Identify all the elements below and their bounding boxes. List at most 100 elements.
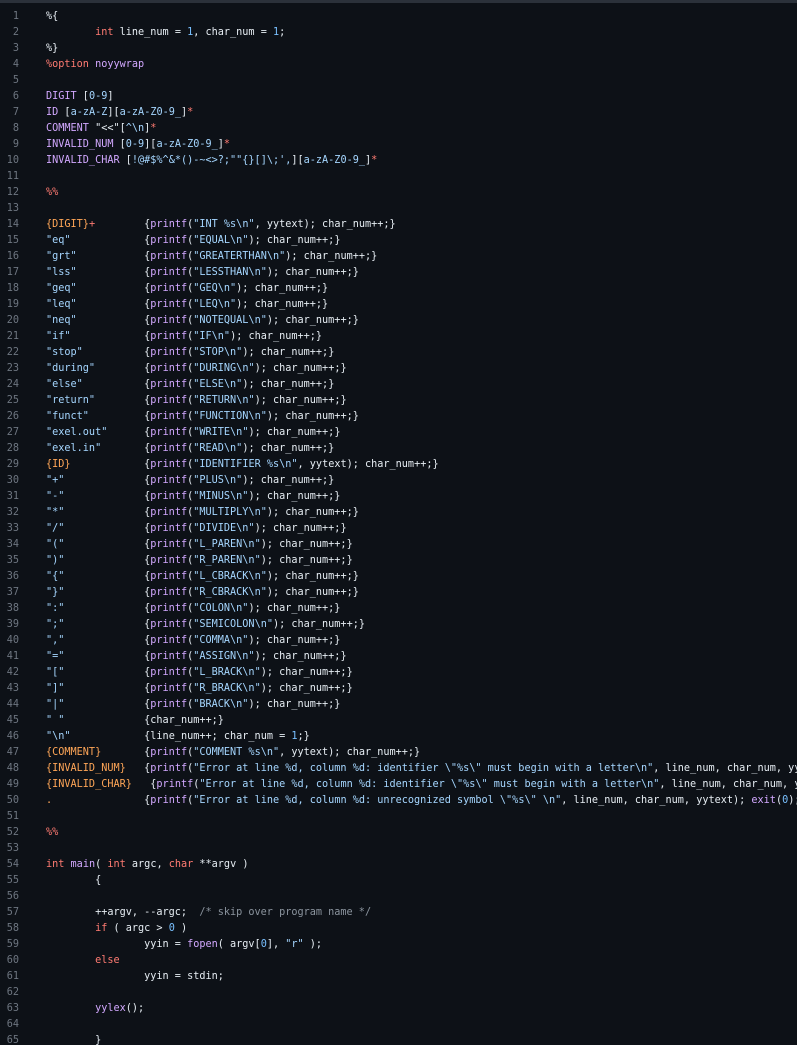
code-line[interactable]: 15 "eq" {printf("EQUAL\n"); char_num++;} (0, 233, 797, 249)
code-text[interactable]: "if" {printf("IF\n"); char_num++;} (46, 329, 322, 345)
code-text[interactable]: %} (46, 41, 58, 57)
code-line[interactable]: 8 COMMENT "<<"[^\n]* (0, 121, 797, 137)
code-line[interactable]: 25 "return" {printf("RETURN\n"); char_num… (0, 393, 797, 409)
code-text[interactable]: yyin = stdin; (46, 969, 224, 985)
code-line[interactable]: 59 yyin = fopen( argv[0], "r" ); (0, 937, 797, 953)
code-line[interactable]: 48 {INVALID_NUM} {printf("Error at line %… (0, 761, 797, 777)
code-text[interactable]: DIGIT [0-9] (46, 89, 114, 105)
code-line[interactable]: 21 "if" {printf("IF\n"); char_num++;} (0, 329, 797, 345)
code-text[interactable]: "|" {printf("BRACK\n"); char_num++;} (46, 697, 340, 713)
code-text[interactable]: "return" {printf("RETURN\n"); char_num++… (46, 393, 347, 409)
code-line[interactable]: 56 (0, 889, 797, 905)
code-text[interactable]: "exel.in" {printf("READ\n"); char_num++;… (46, 441, 334, 457)
code-line[interactable]: 36 "{" {printf("L_CBRACK\n"); char_num++;… (0, 569, 797, 585)
code-line[interactable]: 51 (0, 809, 797, 825)
code-text[interactable]: "-" {printf("MINUS\n"); char_num++;} (46, 489, 340, 505)
code-line[interactable]: 41 "=" {printf("ASSIGN\n"); char_num++;} (0, 649, 797, 665)
code-text[interactable]: } (46, 1033, 101, 1045)
code-text[interactable]: "," {printf("COMMA\n"); char_num++;} (46, 633, 340, 649)
code-line[interactable]: 33 "/" {printf("DIVIDE\n"); char_num++;} (0, 521, 797, 537)
code-text[interactable]: "eq" {printf("EQUAL\n"); char_num++;} (46, 233, 340, 249)
code-line[interactable]: 12%% (0, 185, 797, 201)
code-text[interactable]: "*" {printf("MULTIPLY\n"); char_num++;} (46, 505, 359, 521)
code-text[interactable]: yylex(); (46, 1001, 144, 1017)
code-line[interactable]: 37 "}" {printf("R_CBRACK\n"); char_num++;… (0, 585, 797, 601)
code-line[interactable]: 3%} (0, 41, 797, 57)
code-line[interactable]: 57 ++argv, --argc; /* skip over program … (0, 905, 797, 921)
code-line[interactable]: 30 "+" {printf("PLUS\n"); char_num++;} (0, 473, 797, 489)
code-text[interactable]: " " {char_num++;} (46, 713, 224, 729)
code-text[interactable]: "lss" {printf("LESSTHAN\n"); char_num++;… (46, 265, 359, 281)
code-line[interactable]: 24 "else" {printf("ELSE\n"); char_num++;} (0, 377, 797, 393)
code-line[interactable]: 58 if ( argc > 0 ) (0, 921, 797, 937)
code-text[interactable]: {INVALID_NUM} {printf("Error at line %d,… (46, 761, 797, 777)
code-text[interactable]: if ( argc > 0 ) (46, 921, 187, 937)
code-text[interactable]: ")" {printf("R_PAREN\n"); char_num++;} (46, 553, 353, 569)
code-text[interactable]: COMMENT "<<"[^\n]* (46, 121, 156, 137)
code-line[interactable]: 52%% (0, 825, 797, 841)
code-editor[interactable]: 1 %{2 int line_num = 1, char_num = 1; 3%} 4… (0, 0, 797, 1045)
code-line[interactable]: 32 "*" {printf("MULTIPLY\n"); char_num++;… (0, 505, 797, 521)
code-text[interactable]: "funct" {printf("FUNCTION\n"); char_num+… (46, 409, 359, 425)
code-text[interactable]: ";" {printf("SEMICOLON\n"); char_num++;} (46, 617, 365, 633)
code-line[interactable]: 19 "leq" {printf("LEQ\n"); char_num++;} (0, 297, 797, 313)
code-text[interactable]: "exel.out" {printf("WRITE\n"); char_num+… (46, 425, 340, 441)
code-line[interactable]: 47 {COMMENT} {printf("COMMENT %s\n", yyte… (0, 745, 797, 761)
code-text[interactable]: "during" {printf("DURING\n"); char_num++… (46, 361, 347, 377)
code-line[interactable]: 31 "-" {printf("MINUS\n"); char_num++;} (0, 489, 797, 505)
code-text[interactable]: "=" {printf("ASSIGN\n"); char_num++;} (46, 649, 347, 665)
code-text[interactable]: "+" {printf("PLUS\n"); char_num++;} (46, 473, 334, 489)
code-text[interactable]: "/" {printf("DIVIDE\n"); char_num++;} (46, 521, 347, 537)
code-line[interactable]: 49 {INVALID_CHAR} {printf("Error at line … (0, 777, 797, 793)
code-text[interactable]: "grt" {printf("GREATERTHAN\n"); char_num… (46, 249, 377, 265)
code-text[interactable]: "geq" {printf("GEQ\n"); char_num++;} (46, 281, 328, 297)
code-line[interactable]: 50 . {printf("Error at line %d, column %d… (0, 793, 797, 809)
code-line[interactable]: 61 yyin = stdin; (0, 969, 797, 985)
code-line[interactable]: 14 {DIGIT}+ {printf("INT %s\n", yytext); … (0, 217, 797, 233)
code-line[interactable]: 23 "during" {printf("DURING\n"); char_num… (0, 361, 797, 377)
code-line[interactable]: 1 %{ (0, 9, 797, 25)
code-line[interactable]: 64 (0, 1017, 797, 1033)
code-text[interactable]: ++argv, --argc; /* skip over program nam… (46, 905, 371, 921)
code-line[interactable]: 43 "]" {printf("R_BRACK\n"); char_num++;} (0, 681, 797, 697)
code-text[interactable]: . {printf("Error at line %d, column %d: … (46, 793, 797, 809)
code-line[interactable]: 55 { (0, 873, 797, 889)
code-line[interactable]: 26 "funct" {printf("FUNCTION\n"); char_nu… (0, 409, 797, 425)
code-text[interactable]: "[" {printf("L_BRACK\n"); char_num++;} (46, 665, 353, 681)
code-text[interactable]: ":" {printf("COLON\n"); char_num++;} (46, 601, 340, 617)
code-line[interactable]: 54 int main( int argc, char **argv ) (0, 857, 797, 873)
code-text[interactable]: { (46, 873, 101, 889)
code-text[interactable]: "(" {printf("L_PAREN\n"); char_num++;} (46, 537, 353, 553)
code-line[interactable]: 22 "stop" {printf("STOP\n"); char_num++;} (0, 345, 797, 361)
code-text[interactable]: "neq" {printf("NOTEQUAL\n"); char_num++;… (46, 313, 359, 329)
code-line[interactable]: 60 else (0, 953, 797, 969)
code-line[interactable]: 45 " " {char_num++;} (0, 713, 797, 729)
code-text[interactable]: %{ (46, 9, 58, 25)
code-text[interactable]: "{" {printf("L_CBRACK\n"); char_num++;} (46, 569, 359, 585)
code-line[interactable]: 9 INVALID_NUM [0-9][a-zA-Z0-9_]* (0, 137, 797, 153)
code-line[interactable]: 42 "[" {printf("L_BRACK\n"); char_num++;} (0, 665, 797, 681)
code-line[interactable]: 10 INVALID_CHAR [!@#$%^&*()-~<>?;""{}[]\;… (0, 153, 797, 169)
code-text[interactable]: %% (46, 185, 58, 201)
code-text[interactable]: int main( int argc, char **argv ) (46, 857, 248, 873)
code-text[interactable]: "stop" {printf("STOP\n"); char_num++;} (46, 345, 334, 361)
code-line[interactable]: 46 "\n" {line_num++; char_num = 1;} (0, 729, 797, 745)
code-line[interactable]: 40 "," {printf("COMMA\n"); char_num++;} (0, 633, 797, 649)
code-line[interactable]: 4 %option noyywrap (0, 57, 797, 73)
code-line[interactable]: 11 (0, 169, 797, 185)
code-text[interactable]: INVALID_CHAR [!@#$%^&*()-~<>?;""{}[]\;',… (46, 153, 377, 169)
code-text[interactable]: else (46, 953, 120, 969)
code-line[interactable]: 18 "geq" {printf("GEQ\n"); char_num++;} (0, 281, 797, 297)
code-line[interactable]: 38 ":" {printf("COLON\n"); char_num++;} (0, 601, 797, 617)
code-line[interactable]: 39 ";" {printf("SEMICOLON\n"); char_num++… (0, 617, 797, 633)
code-line[interactable]: 28 "exel.in" {printf("READ\n"); char_num+… (0, 441, 797, 457)
code-line[interactable]: 62 (0, 985, 797, 1001)
code-text[interactable]: %option noyywrap (46, 57, 144, 73)
code-line[interactable]: 27 "exel.out" {printf("WRITE\n"); char_nu… (0, 425, 797, 441)
code-text[interactable]: yyin = fopen( argv[0], "r" ); (46, 937, 322, 953)
code-line[interactable]: 6 DIGIT [0-9] (0, 89, 797, 105)
code-line[interactable]: 53 (0, 841, 797, 857)
code-text[interactable]: "\n" {line_num++; char_num = 1;} (46, 729, 310, 745)
code-text[interactable]: "else" {printf("ELSE\n"); char_num++;} (46, 377, 334, 393)
code-line[interactable]: 65 } (0, 1033, 797, 1045)
